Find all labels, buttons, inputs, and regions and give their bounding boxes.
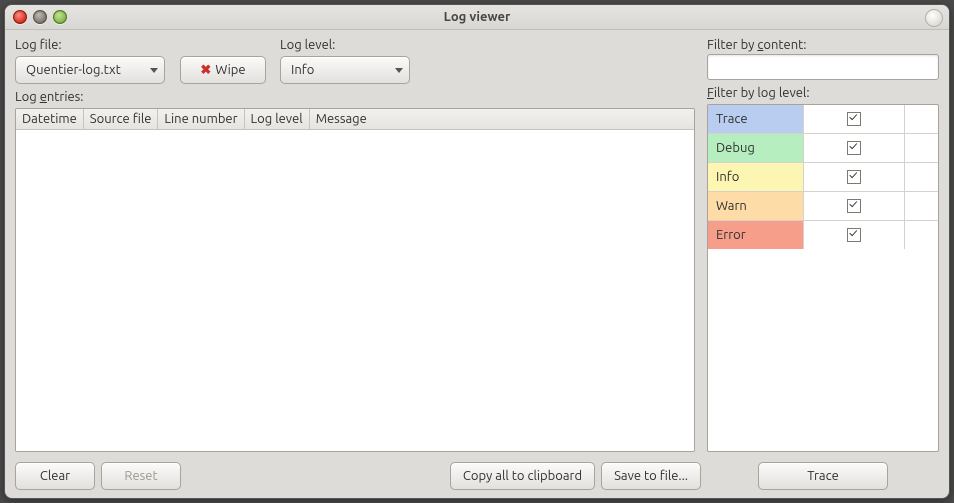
chevron-down-icon bbox=[150, 68, 158, 73]
trace-button[interactable]: Trace bbox=[758, 462, 888, 490]
level-check-cell[interactable] bbox=[804, 105, 905, 133]
window-body: Log file: Log level: Quentier-log.txt ✖ … bbox=[5, 30, 949, 498]
save-to-file-button[interactable]: Save to file... bbox=[601, 462, 701, 490]
level-name-cell: Trace bbox=[708, 105, 804, 133]
footer-right-area: Trace bbox=[707, 462, 939, 490]
top-controls: Log file: Log level: Quentier-log.txt ✖ … bbox=[15, 38, 695, 84]
log-level-value: Info bbox=[291, 63, 314, 77]
filter-level-label: Filter by log level: bbox=[707, 86, 939, 100]
level-name-cell: Debug bbox=[708, 134, 804, 162]
log-entries-table[interactable]: Datetime Source file Line number Log lev… bbox=[15, 108, 695, 452]
level-row-error: Error bbox=[708, 221, 938, 249]
titlebar: Log viewer bbox=[5, 5, 949, 30]
level-row-info: Info bbox=[708, 163, 938, 192]
clear-button[interactable]: Clear bbox=[15, 462, 95, 490]
level-check-cell[interactable] bbox=[804, 163, 905, 191]
filter-level-table: TraceDebugInfoWarnError bbox=[707, 104, 939, 452]
col-loglevel[interactable]: Log level bbox=[245, 109, 310, 129]
log-file-label: Log file: bbox=[15, 38, 170, 52]
level-pad bbox=[905, 192, 938, 220]
checkbox-icon[interactable] bbox=[847, 112, 861, 126]
level-row-debug: Debug bbox=[708, 134, 938, 163]
wipe-label: Wipe bbox=[215, 63, 245, 77]
log-file-value: Quentier-log.txt bbox=[26, 63, 121, 77]
filter-content-label: Filter by content: bbox=[707, 38, 939, 52]
table-header: Datetime Source file Line number Log lev… bbox=[16, 109, 694, 130]
x-icon: ✖ bbox=[200, 63, 211, 78]
copy-all-button[interactable]: Copy all to clipboard bbox=[450, 462, 595, 490]
level-check-cell[interactable] bbox=[804, 192, 905, 220]
log-file-combo[interactable]: Quentier-log.txt bbox=[15, 56, 165, 84]
level-pad bbox=[905, 221, 938, 249]
upper-area: Log file: Log level: Quentier-log.txt ✖ … bbox=[15, 38, 939, 452]
level-check-cell[interactable] bbox=[804, 221, 905, 249]
checkbox-icon[interactable] bbox=[847, 228, 861, 242]
footer: Clear Reset Copy all to clipboard Save t… bbox=[15, 456, 939, 490]
level-check-cell[interactable] bbox=[804, 134, 905, 162]
col-datetime[interactable]: Datetime bbox=[16, 109, 84, 129]
level-name-cell: Warn bbox=[708, 192, 804, 220]
checkbox-icon[interactable] bbox=[847, 141, 861, 155]
level-name-cell: Info bbox=[708, 163, 804, 191]
col-sourcefile[interactable]: Source file bbox=[84, 109, 159, 129]
level-pad bbox=[905, 105, 938, 133]
col-linenumber[interactable]: Line number bbox=[158, 109, 244, 129]
level-row-trace: Trace bbox=[708, 105, 938, 134]
right-panel: Filter by content: Filter by log level: … bbox=[707, 38, 939, 452]
level-pad bbox=[905, 134, 938, 162]
log-level-label: Log level: bbox=[280, 38, 415, 52]
log-level-combo[interactable]: Info bbox=[280, 56, 410, 84]
left-panel: Log file: Log level: Quentier-log.txt ✖ … bbox=[15, 38, 695, 452]
level-row-warn: Warn bbox=[708, 192, 938, 221]
window-title: Log viewer bbox=[5, 10, 949, 24]
col-message[interactable]: Message bbox=[310, 109, 694, 129]
window-corner-icon bbox=[925, 9, 943, 27]
app-window: Log viewer Log file: Log level: Quentier… bbox=[4, 4, 950, 499]
table-body bbox=[16, 130, 694, 451]
level-name-cell: Error bbox=[708, 221, 804, 249]
checkbox-icon[interactable] bbox=[847, 170, 861, 184]
level-pad bbox=[905, 163, 938, 191]
log-entries-label: Log entries: bbox=[15, 90, 695, 104]
reset-button[interactable]: Reset bbox=[101, 462, 181, 490]
checkbox-icon[interactable] bbox=[847, 199, 861, 213]
chevron-down-icon bbox=[395, 68, 403, 73]
wipe-button[interactable]: ✖ Wipe bbox=[180, 56, 266, 84]
filter-content-input[interactable] bbox=[707, 54, 939, 80]
